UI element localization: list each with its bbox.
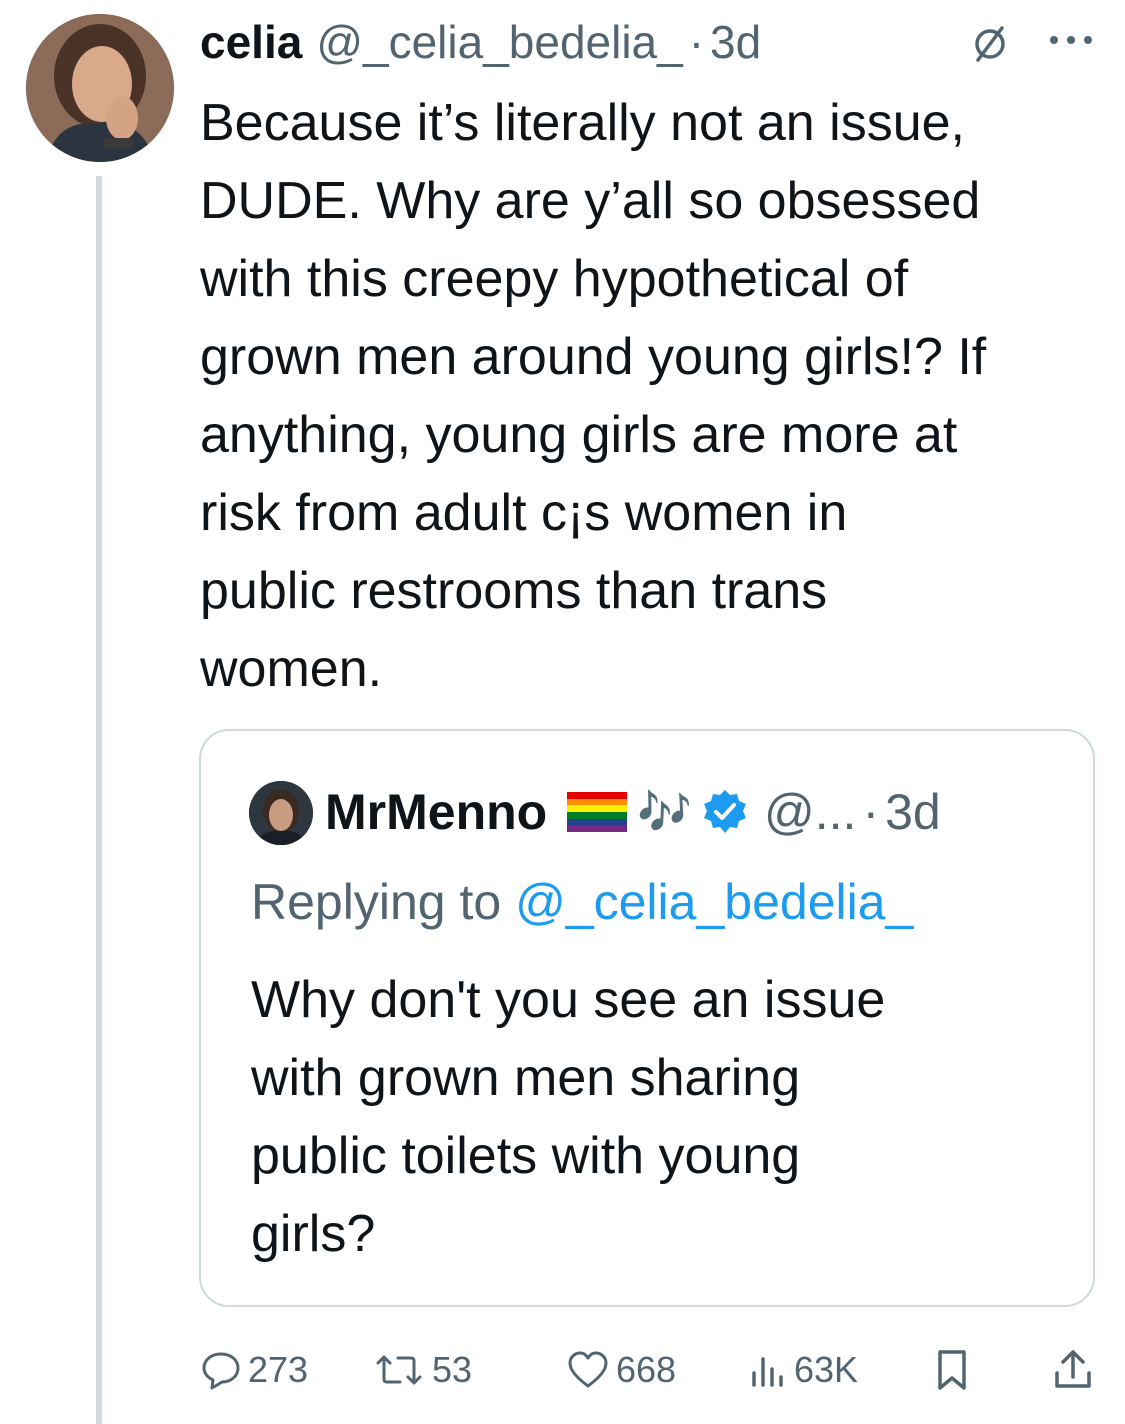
tweet-text-line: public restrooms than trans bbox=[200, 562, 828, 620]
views-icon bbox=[752, 1357, 783, 1387]
separator-dot: · bbox=[688, 16, 705, 68]
tweet-text-line: DUDE. Why are y’all so obsessed bbox=[200, 172, 981, 230]
tweet-text-line: anything, young girls are more at bbox=[200, 406, 958, 464]
share-button[interactable] bbox=[1050, 1340, 1102, 1400]
replying-mention-link[interactable]: @_celia_bedelia_ bbox=[515, 874, 913, 930]
tweet-text-line: grown men around young girls!? If bbox=[200, 328, 987, 386]
quoted-author-avatar[interactable] bbox=[249, 781, 313, 845]
reply-count: 273 bbox=[248, 1349, 309, 1390]
retweet-button[interactable]: 53 bbox=[372, 1340, 472, 1400]
quoted-tweet-header: MrMenno 🎶 @... · 3d bbox=[325, 777, 941, 847]
tweet-action-bar: 273 53 668 63K bbox=[0, 1340, 1125, 1400]
tweet-text-line: Because it’s literally not an issue, bbox=[200, 94, 965, 152]
like-button[interactable]: 668 bbox=[566, 1340, 676, 1400]
bookmark-icon bbox=[938, 1350, 966, 1390]
tweet-text: Because it’s literally not an issue, DUD… bbox=[200, 84, 1110, 708]
more-icon[interactable] bbox=[1046, 30, 1096, 50]
quoted-tweet-text: Why don't you see an issue with grown me… bbox=[251, 961, 1071, 1273]
tweet-text-line: women. bbox=[200, 640, 383, 698]
reply-icon bbox=[202, 1352, 240, 1390]
like-count: 668 bbox=[616, 1349, 677, 1390]
tweet-header: celia @_celia_bedelia_ · 3d bbox=[200, 12, 761, 72]
separator-dot: · bbox=[862, 784, 880, 840]
rainbow-flag-icon bbox=[567, 792, 628, 832]
quoted-text-line: with grown men sharing bbox=[251, 1049, 801, 1107]
music-notes-emoji: 🎶 bbox=[637, 788, 692, 837]
author-avatar[interactable] bbox=[26, 14, 174, 162]
verified-badge-icon[interactable] bbox=[700, 787, 750, 837]
tweet-text-line: with this creepy hypothetical of bbox=[200, 250, 909, 308]
grok-icon[interactable] bbox=[968, 22, 1012, 66]
retweet-icon bbox=[376, 1355, 422, 1385]
reply-button[interactable]: 273 bbox=[200, 1340, 308, 1400]
tweet-time[interactable]: 3d bbox=[710, 12, 761, 72]
like-icon bbox=[568, 1351, 608, 1388]
author-handle[interactable]: @_celia_bedelia_ bbox=[316, 12, 682, 72]
tweet-text-line: risk from adult c¡s women in bbox=[200, 484, 848, 542]
quoted-author-name[interactable]: MrMenno bbox=[325, 783, 547, 841]
replying-prefix: Replying to bbox=[251, 874, 502, 930]
quoted-author-handle[interactable]: @... bbox=[764, 783, 856, 841]
views-count: 63K bbox=[794, 1349, 859, 1390]
author-name[interactable]: celia bbox=[200, 12, 302, 72]
bookmark-button[interactable] bbox=[932, 1340, 978, 1400]
retweet-count: 53 bbox=[432, 1349, 473, 1390]
quoted-text-line: public toilets with young bbox=[251, 1127, 801, 1185]
views-button[interactable]: 63K bbox=[748, 1340, 858, 1400]
quoted-tweet-card[interactable]: MrMenno 🎶 @... · 3d Replying to @_celia_… bbox=[199, 729, 1095, 1307]
replying-to: Replying to @_celia_bedelia_ bbox=[251, 867, 913, 937]
share-icon bbox=[1055, 1350, 1091, 1388]
quoted-text-line: Why don't you see an issue bbox=[251, 971, 886, 1029]
quoted-tweet-time[interactable]: 3d bbox=[885, 783, 941, 841]
quoted-text-line: girls? bbox=[251, 1205, 376, 1263]
thread-connector-line bbox=[96, 176, 102, 1424]
